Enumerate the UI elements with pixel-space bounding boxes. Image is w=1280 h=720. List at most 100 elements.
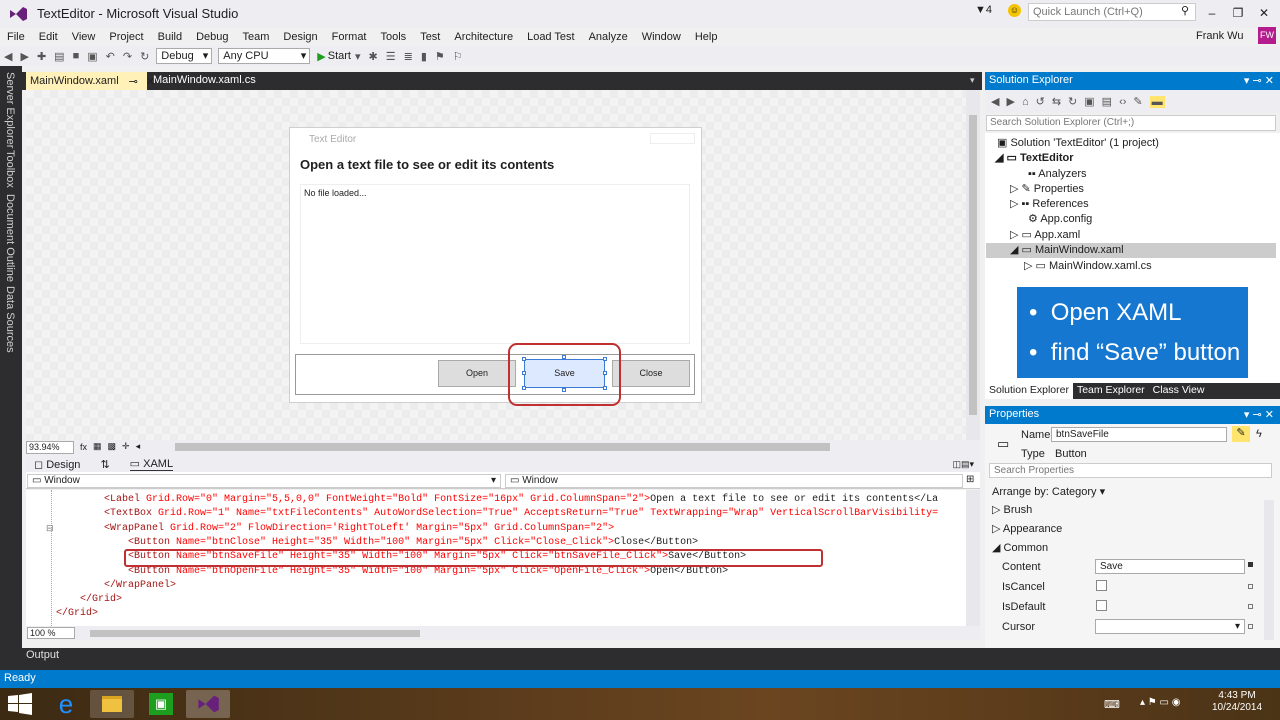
show-all-icon[interactable]: ▤ xyxy=(1102,95,1112,108)
panel-controls[interactable]: ▾ ⊸ ✕ xyxy=(1244,408,1274,421)
dropdown-icon[interactable]: ▾ xyxy=(355,50,361,63)
menu-load-test[interactable]: Load Test xyxy=(520,30,582,44)
user-name[interactable]: Frank Wu xyxy=(1196,30,1243,42)
bookmark-icon[interactable]: ⚑ xyxy=(435,50,445,63)
property-marker[interactable] xyxy=(1248,604,1253,609)
code-line[interactable]: </Grid> xyxy=(56,593,122,607)
comment-icon[interactable]: ▮ xyxy=(421,50,427,63)
visual-studio-taskbar-icon[interactable] xyxy=(186,690,230,718)
open-folder-icon[interactable]: ▤ xyxy=(54,50,64,63)
code-line[interactable]: </Grid> xyxy=(56,607,98,621)
history-icon[interactable]: ↺ xyxy=(1036,95,1045,108)
menu-window[interactable]: Window xyxy=(635,30,688,44)
store-icon[interactable]: ▣ xyxy=(140,690,184,718)
feedback-smiley-icon[interactable]: ☺ xyxy=(1008,4,1021,17)
property-marker[interactable] xyxy=(1248,562,1253,567)
tab-design[interactable]: ◻ Design xyxy=(34,458,80,471)
tree-item-mainwindow-xaml-cs[interactable]: ▷ ▭ MainWindow.xaml.cs xyxy=(1024,259,1152,274)
start-button[interactable]: Start xyxy=(328,50,351,62)
fx-icon[interactable]: fx xyxy=(80,442,87,452)
home-icon[interactable]: ⌂ xyxy=(1022,96,1029,108)
menu-format[interactable]: Format xyxy=(325,30,374,44)
undo-icon[interactable]: ↶ xyxy=(106,50,115,63)
internet-explorer-icon[interactable]: e xyxy=(44,690,88,718)
iscancel-checkbox[interactable] xyxy=(1096,580,1107,591)
editor-horizontal-scrollbar[interactable] xyxy=(90,630,420,637)
save-all-icon[interactable]: ▣ xyxy=(87,50,97,63)
tab-mainwindow-xaml-cs[interactable]: MainWindow.xaml.cs xyxy=(149,72,260,90)
menu-project[interactable]: Project xyxy=(102,30,150,44)
quick-launch-input[interactable]: Quick Launch (Ctrl+Q) xyxy=(1028,3,1196,21)
taskbar-clock[interactable]: 4:43 PM 10/24/2014 xyxy=(1212,690,1262,714)
menu-build[interactable]: Build xyxy=(151,30,189,44)
menu-team[interactable]: Team xyxy=(236,30,277,44)
tab-solution-explorer[interactable]: Solution Explorer xyxy=(985,383,1073,399)
code-line[interactable]: <WrapPanel Grid.Row="2" FlowDirection='R… xyxy=(56,522,614,536)
file-explorer-icon[interactable] xyxy=(90,690,134,718)
indent-icon[interactable]: ≣ xyxy=(404,50,413,63)
menu-design[interactable]: Design xyxy=(276,30,324,44)
menu-analyze[interactable]: Analyze xyxy=(582,30,635,44)
back-icon[interactable]: ◀ xyxy=(991,95,999,108)
menu-help[interactable]: Help xyxy=(688,30,725,44)
start-icon[interactable]: ▶ xyxy=(317,50,325,63)
close-window-button[interactable]: ✕ xyxy=(1252,4,1276,24)
property-content-field[interactable]: Save xyxy=(1095,559,1245,574)
forward-icon[interactable]: ▶ xyxy=(1006,95,1014,108)
code-line[interactable]: <Label Grid.Row="0" Margin="5,5,0,0" Fon… xyxy=(56,493,938,507)
menu-architecture[interactable]: Architecture xyxy=(447,30,520,44)
platform-select[interactable]: Any CPU ▾ xyxy=(218,48,311,64)
wpf-label[interactable]: Open a text file to see or edit its cont… xyxy=(300,157,554,172)
split-layout-icon[interactable]: ◫▤▾ xyxy=(952,459,974,470)
tree-item-analyzers[interactable]: ▪▪ Analyzers xyxy=(1028,167,1087,182)
redo-icon[interactable]: ↷ xyxy=(123,50,132,63)
menu-edit[interactable]: Edit xyxy=(32,30,65,44)
snap-grid-icon[interactable]: ▩ xyxy=(108,441,117,452)
tree-item-solution[interactable]: ▣ Solution 'TextEditor' (1 project) xyxy=(997,136,1159,151)
next-bookmark-icon[interactable]: ⚐ xyxy=(453,50,463,63)
document-outline-tab[interactable]: Document Outline xyxy=(4,194,16,282)
forward-icon[interactable]: ▶ xyxy=(20,50,28,63)
wpf-textbox[interactable]: No file loaded... xyxy=(300,184,690,344)
tree-item-mainwindow-xaml[interactable]: ◢ ▭ MainWindow.xaml xyxy=(986,243,1276,258)
split-icon[interactable]: ⊞ xyxy=(966,474,974,485)
tree-item-references[interactable]: ▷ ▪▪ References xyxy=(1010,197,1089,212)
isdefault-checkbox[interactable] xyxy=(1096,600,1107,611)
code-line[interactable]: </WrapPanel> xyxy=(56,579,176,593)
avatar[interactable]: FW xyxy=(1258,27,1276,44)
tray-icons[interactable]: ▴ ⚑ ▭ ◉ xyxy=(1140,697,1181,708)
editor-zoom-select[interactable]: 100 % xyxy=(27,627,75,639)
solution-explorer-search[interactable]: Search Solution Explorer (Ctrl+;) xyxy=(986,115,1276,131)
refresh-icon[interactable]: ↻ xyxy=(140,50,149,63)
wpf-open-button[interactable]: Open xyxy=(438,360,516,387)
config-select[interactable]: Debug ▾ xyxy=(156,48,213,64)
menu-file[interactable]: File xyxy=(0,30,32,44)
snap-lines-icon[interactable]: ✛ xyxy=(122,441,130,452)
collapse-icon[interactable]: ▣ xyxy=(1084,95,1094,108)
tab-team-explorer[interactable]: Team Explorer xyxy=(1073,383,1149,399)
pin-icon[interactable]: ⊸ xyxy=(129,75,138,88)
designer-zoom-select[interactable]: 93.94% xyxy=(26,441,74,454)
notifications[interactable]: ▼ 4 xyxy=(975,4,992,16)
code-line[interactable]: <Button Name="btnClose" Height="35" Widt… xyxy=(56,536,698,550)
property-marker[interactable] xyxy=(1248,584,1253,589)
wpf-close-button[interactable]: Close xyxy=(612,360,690,387)
tab-mainwindow-xaml[interactable]: MainWindow.xaml ⊸ ✕ xyxy=(26,72,155,90)
minimize-button[interactable]: ‒ xyxy=(1200,4,1224,24)
tab-xaml[interactable]: ▭ XAML xyxy=(129,457,174,471)
property-search-input[interactable]: Search Properties xyxy=(989,463,1272,478)
find-icon[interactable]: ✱ xyxy=(369,50,378,63)
menu-view[interactable]: View xyxy=(65,30,103,44)
name-field[interactable]: btnSaveFile xyxy=(1051,427,1227,442)
wrench-icon[interactable]: ✎ xyxy=(1133,95,1142,108)
tree-item-properties[interactable]: ▷ ✎ Properties xyxy=(1010,182,1084,197)
tree-item-app-config[interactable]: ⚙ App.config xyxy=(1028,212,1092,227)
tree-item-app-xaml[interactable]: ▷ ▭ App.xaml xyxy=(1010,228,1080,243)
property-marker[interactable] xyxy=(1248,624,1253,629)
windows-start-icon[interactable] xyxy=(8,693,32,715)
editor-vertical-scrollbar[interactable] xyxy=(966,490,980,626)
grid-icon[interactable]: ▦ xyxy=(93,441,102,452)
align-icon[interactable]: ☰ xyxy=(386,50,396,63)
toolbox-tab[interactable]: Toolbox xyxy=(4,150,16,188)
refresh-icon[interactable]: ↻ xyxy=(1068,95,1077,108)
